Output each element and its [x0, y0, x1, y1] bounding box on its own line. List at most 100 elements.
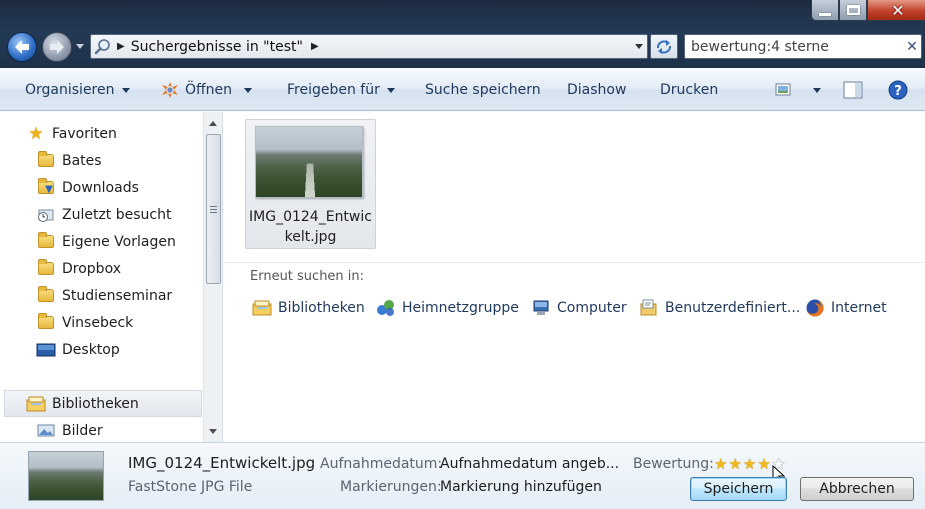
- details-thumbnail: [28, 451, 104, 501]
- back-button[interactable]: [7, 32, 37, 62]
- file-list: IMG_0124_Entwic kelt.jpg Erneut suchen i…: [224, 112, 925, 442]
- search-again-label-text: Internet: [831, 300, 887, 316]
- scroll-up-button[interactable]: [204, 114, 222, 132]
- address-bar[interactable]: ▶ Suchergebnisse in "test" ▶: [90, 34, 648, 59]
- search-again-label: Erneut suchen in:: [250, 269, 365, 284]
- clear-search-icon[interactable]: ✕: [903, 39, 921, 55]
- chevron-up-icon: [209, 120, 217, 126]
- change-view-button[interactable]: [775, 69, 793, 111]
- arrow-right-icon: [50, 40, 64, 54]
- search-again-libraries[interactable]: Bibliotheken: [252, 297, 365, 319]
- chevron-down-icon: [386, 87, 395, 93]
- date-taken-label: Aufnahmedatum:: [320, 456, 443, 472]
- history-dropdown-icon[interactable]: [76, 44, 84, 49]
- open-with-icon: [162, 82, 178, 98]
- search-again-label-text: Bibliotheken: [278, 300, 365, 316]
- share-menu[interactable]: Freigeben für: [287, 69, 395, 111]
- save-search-button[interactable]: Suche speichern: [425, 69, 541, 111]
- cancel-button[interactable]: Abbrechen: [800, 477, 914, 501]
- tags-field[interactable]: Markierung hinzufügen: [440, 479, 602, 495]
- forward-button[interactable]: [42, 32, 72, 62]
- star-icon: ★: [28, 123, 44, 144]
- breadcrumb-arrow-icon[interactable]: ▶: [311, 41, 319, 52]
- navigation-pane: ★ Favoriten Bates ▼ Downloads Zuletzt be…: [0, 112, 223, 442]
- breadcrumb-search-results[interactable]: Suchergebnisse in "test": [131, 39, 303, 55]
- search-again-homegroup[interactable]: Heimnetzgruppe: [376, 297, 519, 319]
- nav-item-vinsebeck[interactable]: Vinsebeck: [36, 309, 222, 336]
- nav-item-templates[interactable]: Eigene Vorlagen: [36, 228, 222, 255]
- search-input-value[interactable]: bewertung:4 sterne: [691, 39, 903, 55]
- maximize-icon: [846, 5, 860, 15]
- refresh-button[interactable]: [650, 34, 678, 59]
- breadcrumb-arrow-icon[interactable]: ▶: [117, 41, 125, 52]
- close-button[interactable]: ✕: [867, 0, 925, 21]
- nav-item-desktop[interactable]: Desktop: [36, 336, 222, 363]
- chevron-down-icon: [121, 87, 130, 93]
- nav-item-label: Downloads: [62, 179, 139, 196]
- share-label: Freigeben für: [287, 82, 380, 98]
- search-again-label-text: Computer: [557, 300, 627, 316]
- search-again-computer[interactable]: Computer: [531, 297, 627, 319]
- rating-star-icon[interactable]: ★: [714, 457, 727, 472]
- close-icon: ✕: [891, 0, 905, 20]
- downloads-folder-icon: ▼: [36, 178, 56, 197]
- file-item[interactable]: IMG_0124_Entwic kelt.jpg: [245, 119, 376, 249]
- help-button[interactable]: ?: [888, 69, 908, 111]
- rating-label: Bewertung:: [633, 456, 714, 472]
- nav-item-label: Dropbox: [62, 260, 121, 277]
- nav-item-label: Bilder: [62, 422, 103, 439]
- nav-scrollbar[interactable]: [203, 112, 222, 442]
- chevron-down-icon: [244, 87, 252, 93]
- preview-pane-button[interactable]: [843, 69, 863, 111]
- organize-label: Organisieren: [25, 82, 115, 98]
- search-again-internet[interactable]: Internet: [805, 297, 887, 319]
- print-button[interactable]: Drucken: [660, 69, 718, 111]
- nav-item-label: Studienseminar: [62, 287, 173, 304]
- scroll-thumb[interactable]: [206, 134, 221, 284]
- folder-icon: [36, 286, 56, 305]
- preview-pane-icon: [843, 81, 863, 99]
- homegroup-icon: [376, 299, 396, 317]
- organize-menu[interactable]: Organisieren: [25, 69, 130, 111]
- computer-icon: [531, 299, 551, 317]
- folder-icon: [36, 313, 56, 332]
- nav-item-favorites[interactable]: ★ Favoriten: [26, 120, 222, 147]
- open-button[interactable]: Öffnen: [160, 69, 232, 111]
- rating-star-icon[interactable]: ★: [757, 457, 770, 472]
- folder-icon: [36, 151, 56, 170]
- nav-item-bates[interactable]: Bates: [36, 147, 222, 174]
- nav-item-studienseminar[interactable]: Studienseminar: [36, 282, 222, 309]
- save-button[interactable]: Speichern: [690, 477, 787, 501]
- details-pane: IMG_0124_Entwickelt.jpg FastStone JPG Fi…: [0, 442, 925, 509]
- nav-item-downloads[interactable]: ▼ Downloads: [36, 174, 222, 201]
- folder-icon: [36, 232, 56, 251]
- nav-item-recent[interactable]: Zuletzt besucht: [36, 201, 222, 228]
- nav-item-label: Zuletzt besucht: [62, 206, 172, 223]
- search-again-label-text: Heimnetzgruppe: [402, 300, 519, 316]
- search-again-custom[interactable]: Benutzerdefiniert...: [639, 297, 800, 319]
- rating-star-icon[interactable]: ★: [743, 457, 756, 472]
- nav-item-dropbox[interactable]: Dropbox: [36, 255, 222, 282]
- rating-star-icon[interactable]: ★: [728, 457, 741, 472]
- view-icon: [775, 83, 791, 96]
- maximize-button[interactable]: [839, 0, 867, 21]
- nav-item-label: Bibliotheken: [52, 395, 139, 412]
- libraries-icon: [252, 299, 272, 317]
- date-taken-field[interactable]: Aufnahmedatum angeb...: [440, 456, 619, 472]
- minimize-button[interactable]: [811, 0, 839, 21]
- recent-places-icon: [36, 206, 56, 224]
- nav-item-label: Favoriten: [52, 125, 117, 142]
- open-dropdown[interactable]: [237, 69, 252, 111]
- refresh-icon: [657, 39, 671, 54]
- slideshow-label: Diashow: [567, 82, 627, 98]
- scroll-down-button[interactable]: [204, 422, 222, 440]
- search-input[interactable]: bewertung:4 sterne ✕: [684, 34, 922, 59]
- file-name-line1: IMG_0124_Entwic: [249, 209, 372, 225]
- address-dropdown-icon[interactable]: [635, 44, 643, 49]
- view-dropdown[interactable]: [806, 69, 821, 111]
- svg-text:?: ?: [894, 84, 902, 99]
- slideshow-button[interactable]: Diashow: [567, 69, 626, 111]
- nav-item-pictures[interactable]: Bilder: [36, 417, 222, 442]
- command-bar: Organisieren Öffnen Freigeben für Suche …: [0, 68, 925, 111]
- nav-item-libraries[interactable]: Bibliotheken: [4, 390, 202, 417]
